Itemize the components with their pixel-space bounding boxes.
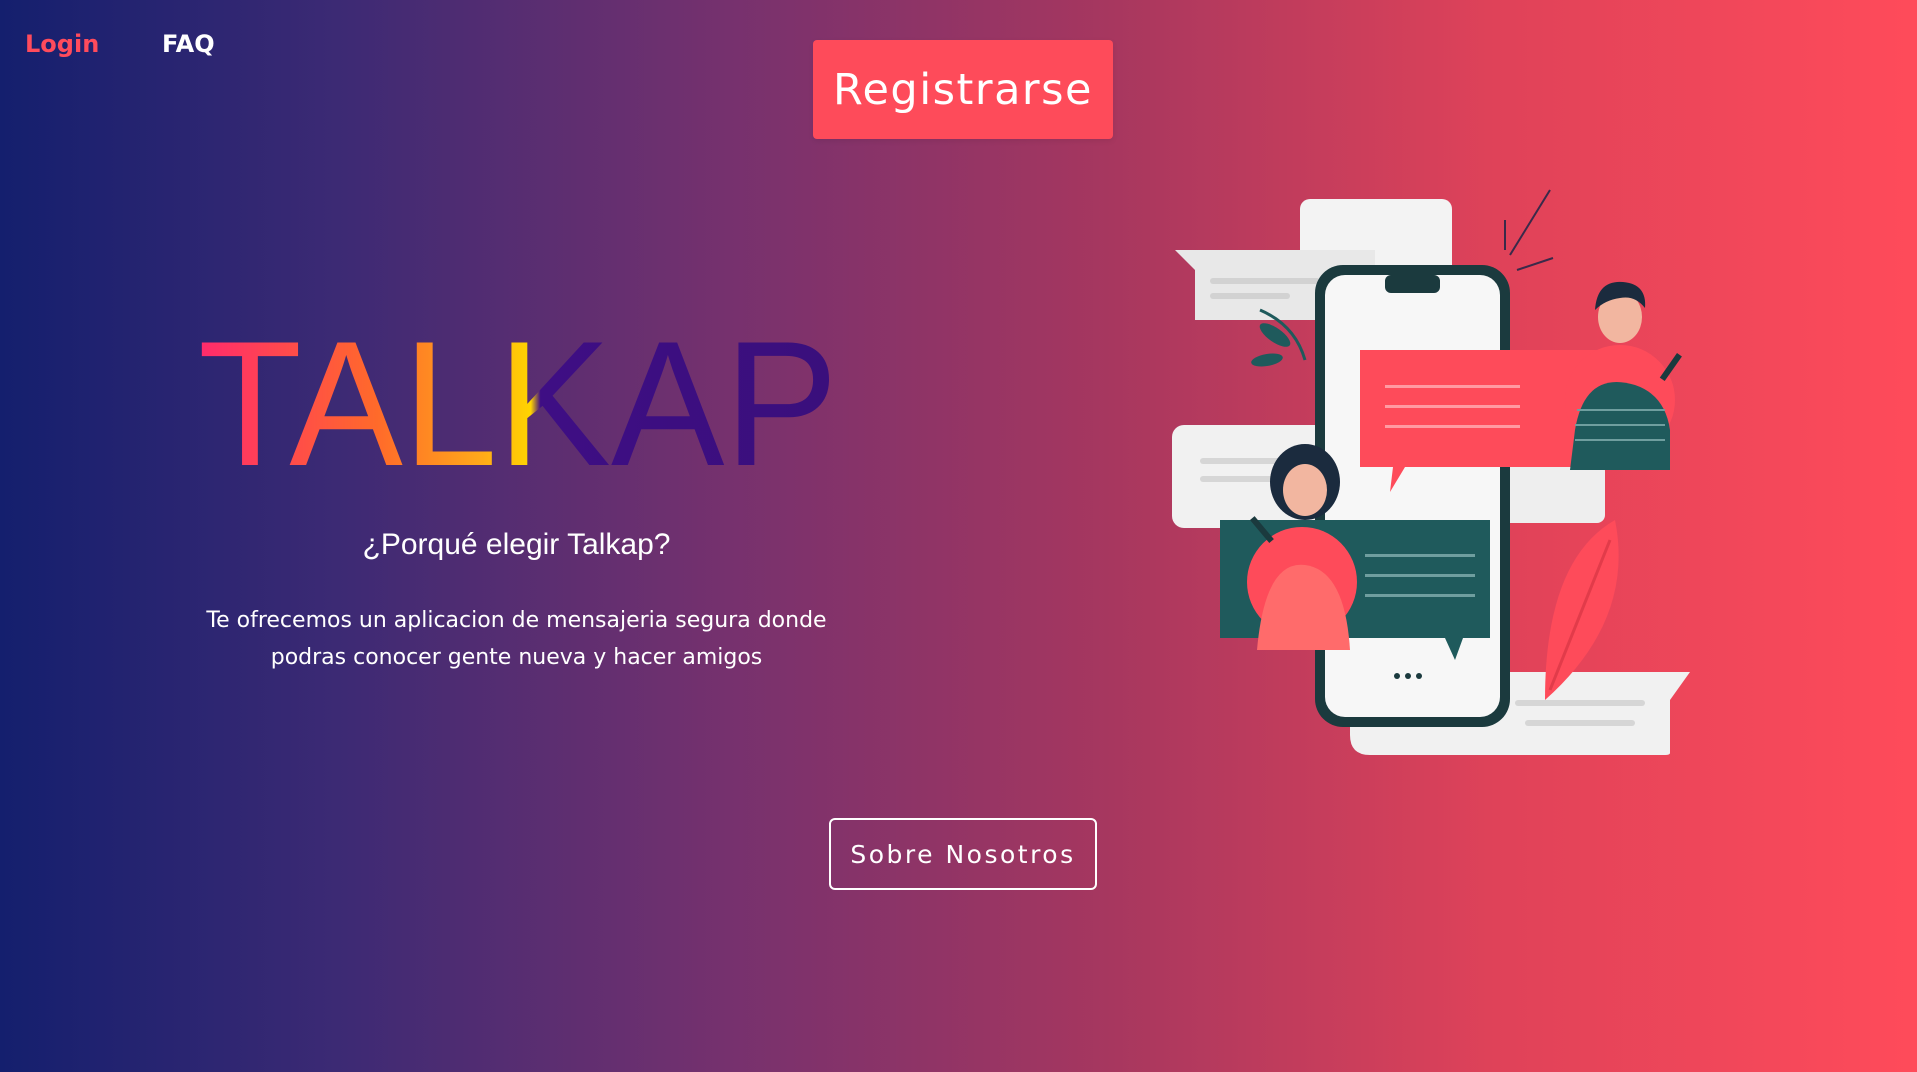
about-us-button[interactable]: Sobre Nosotros [829, 818, 1097, 890]
man-avatar-icon [1565, 281, 1682, 470]
description-line-2: podras conocer gente nueva y hacer amigo… [270, 645, 763, 670]
logo-text: TALKAP [198, 318, 838, 478]
talkap-logo: TALKAP [198, 318, 838, 478]
login-link[interactable]: Login [25, 30, 99, 58]
hero-description: Te ofrecemos un aplicacion de mensajeria… [200, 602, 833, 676]
description-line-1: Te ofrecemos un aplicacion de mensajeria… [206, 608, 827, 633]
register-button[interactable]: Registrarse [813, 40, 1113, 139]
faq-link[interactable]: FAQ [162, 30, 215, 58]
sparkle-icon [1504, 189, 1554, 271]
hero-subtitle: ¿Porqué elegir Talkap? [362, 528, 671, 561]
chat-phone-illustration [1172, 189, 1690, 755]
phone-icon [1315, 265, 1510, 727]
